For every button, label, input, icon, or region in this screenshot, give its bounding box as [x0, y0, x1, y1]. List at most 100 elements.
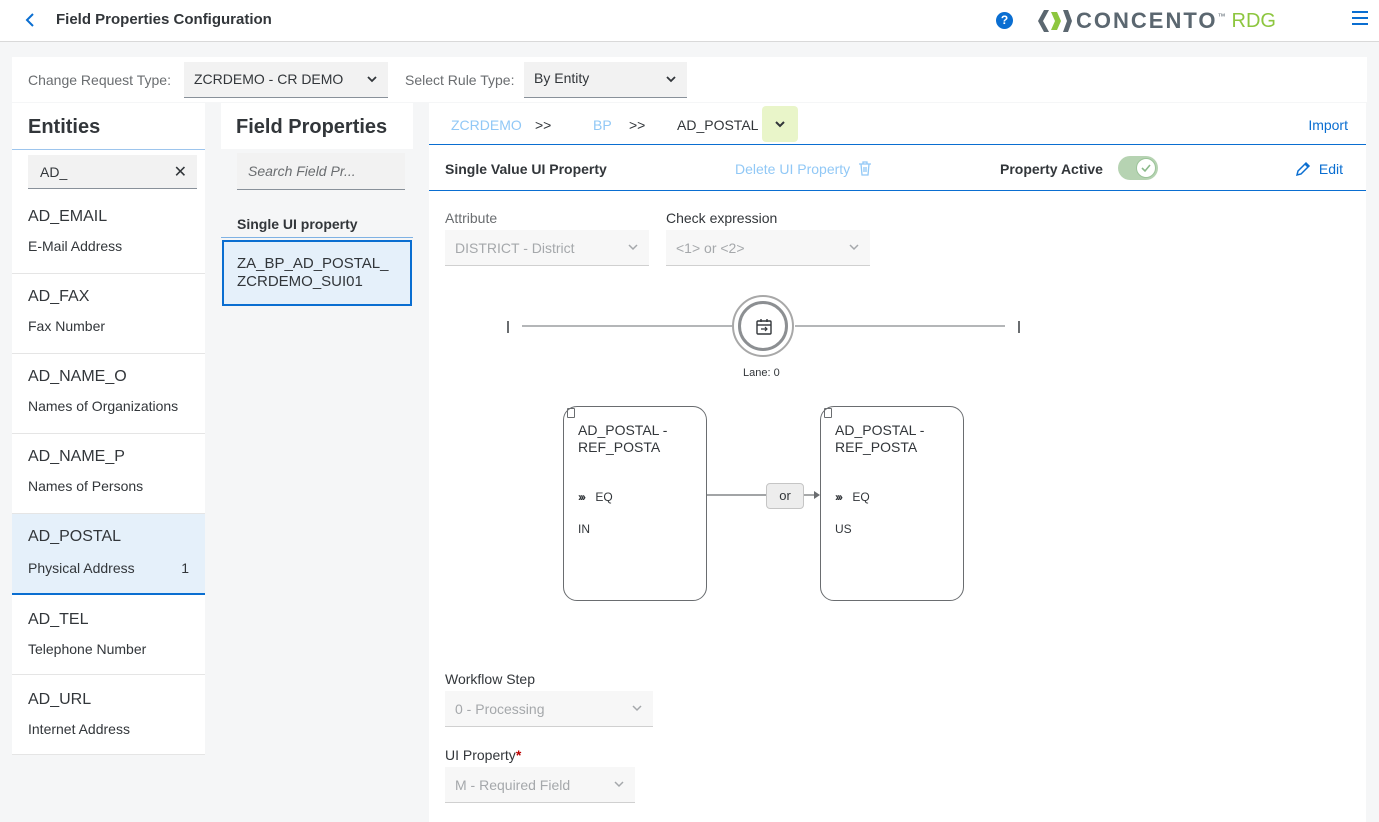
workflow-step-select: 0 - Processing [445, 691, 653, 727]
change-request-select[interactable]: ZCRDEMO - CR DEMO [184, 62, 388, 98]
hamburger-menu-icon[interactable] [1352, 11, 1368, 25]
page-title: Field Properties Configuration [56, 11, 272, 28]
concento-logo: CONCENTO ™ RDG [1038, 8, 1276, 34]
ui-property-value: M - Required Field [455, 777, 571, 793]
entity-item-selected[interactable]: AD_POSTAL Physical Address 1 [12, 514, 205, 595]
check-icon [1141, 164, 1151, 173]
calendar-icon [756, 319, 772, 335]
field-property-item[interactable]: ZA_BP_AD_POSTAL_ ZCRDEMO_SUI01 [222, 240, 412, 306]
field-property-line2: ZCRDEMO_SUI01 [237, 273, 363, 290]
entity-name: AD_URL [28, 691, 92, 708]
property-active-label: Property Active [1000, 161, 1103, 177]
chevron-down-icon [367, 76, 377, 83]
entities-title: Entities [28, 116, 101, 138]
filter-bar: Change Request Type: ZCRDEMO - CR DEMO S… [12, 57, 1367, 102]
edit-button[interactable]: Edit [1295, 161, 1343, 177]
field-search-input[interactable]: Search Field Pr... [237, 153, 405, 190]
entity-item[interactable]: AD_NAME_O Names of Organizations [12, 354, 205, 434]
ui-property-select: M - Required Field [445, 767, 635, 803]
trash-icon [859, 161, 872, 176]
entity-item[interactable]: AD_EMAIL E-Mail Address [12, 194, 205, 274]
property-toolbar: Single Value UI Property Delete UI Prope… [429, 146, 1366, 191]
chevron-down-icon [632, 705, 642, 712]
divider [12, 149, 205, 150]
back-icon[interactable] [24, 10, 40, 30]
breadcrumb: ZCRDEMO >> BP >> AD_POSTAL Import [429, 103, 1366, 145]
chevrons-right-icon: ››› [578, 490, 586, 504]
ui-property-label: UI Property* [445, 747, 521, 763]
or-connector-button[interactable]: or [766, 483, 804, 509]
clear-icon[interactable]: ✕ [174, 162, 187, 182]
entity-name: AD_EMAIL [28, 208, 108, 225]
attribute-value: DISTRICT - District [455, 240, 575, 256]
entity-item[interactable]: AD_FAX Fax Number [12, 274, 205, 354]
help-icon[interactable]: ? [996, 12, 1013, 29]
node-title-line2: REF_POSTA [835, 439, 918, 455]
entities-search-value: AD_ [40, 164, 68, 180]
entity-name: AD_TEL [28, 611, 89, 628]
property-active-toggle[interactable] [1118, 156, 1158, 180]
logo-mark-icon [1038, 10, 1072, 32]
field-properties-panel: Field Properties Search Field Pr... Sing… [221, 103, 413, 822]
flow-node-2[interactable]: AD_POSTAL - REF_POSTA ››› EQ US [820, 406, 964, 601]
workflow-step-value: 0 - Processing [455, 701, 545, 717]
logo-rdg: RDG [1231, 9, 1276, 32]
node-title-line1: AD_POSTAL - [578, 422, 668, 438]
field-properties-title: Field Properties [236, 116, 388, 138]
node-title: AD_POSTAL - REF_POSTA [835, 422, 924, 456]
entity-desc: Fax Number [28, 318, 106, 334]
entity-item[interactable]: AD_URL Internet Address [12, 675, 205, 755]
logo-trademark: ™ [1217, 12, 1226, 21]
check-expression-select: <1> or <2> [666, 230, 870, 266]
node-title-line2: REF_POSTA [578, 439, 661, 455]
breadcrumb-dropdown-button[interactable] [762, 106, 798, 142]
rule-type-select[interactable]: By Entity [524, 62, 687, 98]
lane-label: Lane: 0 [743, 367, 780, 379]
entity-count: 1 [181, 560, 189, 576]
breadcrumb-link-zcrdemo[interactable]: ZCRDEMO [451, 117, 522, 133]
entity-desc: Internet Address [28, 721, 130, 737]
chevron-down-icon [628, 244, 638, 251]
flow-node-1[interactable]: AD_POSTAL - REF_POSTA ››› EQ IN [563, 406, 707, 601]
entity-name: AD_FAX [28, 288, 90, 305]
import-link[interactable]: Import [1308, 117, 1348, 133]
chevron-down-icon [775, 121, 785, 128]
node-title-line1: AD_POSTAL - [835, 422, 925, 438]
required-marker: * [515, 747, 522, 763]
edit-label: Edit [1318, 161, 1344, 177]
entity-item[interactable]: AD_NAME_P Names of Persons [12, 434, 205, 514]
chevron-down-icon [666, 76, 676, 83]
property-title: Single Value UI Property [445, 161, 607, 177]
attribute-label: Attribute [445, 210, 498, 226]
entities-panel: Entities AD_ ✕ AD_EMAIL E-Mail Address A… [12, 103, 205, 755]
entities-search-input[interactable]: AD_ ✕ [28, 155, 197, 189]
node-checkbox-icon[interactable] [824, 408, 832, 418]
lane-node[interactable] [732, 295, 794, 357]
node-title: AD_POSTAL - REF_POSTA [578, 422, 667, 456]
check-expression-value: <1> or <2> [676, 240, 745, 256]
delete-label: Delete UI Property [735, 161, 851, 177]
check-expression-label: Check expression [666, 210, 778, 226]
breadcrumb-separator: >> [535, 117, 552, 133]
rule-type-label: Select Rule Type: [405, 72, 515, 88]
entity-desc: E-Mail Address [28, 238, 123, 254]
toggle-knob [1136, 158, 1156, 178]
node-checkbox-icon[interactable] [567, 408, 575, 418]
entity-desc: Names of Persons [28, 478, 144, 494]
change-request-label: Change Request Type: [28, 72, 171, 88]
breadcrumb-link-bp[interactable]: BP [593, 117, 612, 133]
node-value: IN [578, 522, 590, 536]
field-properties-header: Field Properties [221, 103, 413, 149]
entity-desc: Names of Organizations [28, 398, 179, 414]
entity-name: AD_NAME_P [28, 448, 125, 465]
entity-name: AD_NAME_O [28, 368, 127, 385]
group-header: Single UI property [237, 216, 358, 232]
rule-type-value: By Entity [534, 70, 590, 86]
entity-desc: Telephone Number [28, 641, 147, 657]
node-operator-value: EQ [852, 490, 870, 504]
divider [221, 237, 413, 238]
delete-ui-property-button[interactable]: Delete UI Property [735, 161, 872, 177]
breadcrumb-current: AD_POSTAL [677, 117, 759, 133]
field-property-line1: ZA_BP_AD_POSTAL_ [237, 255, 389, 272]
entity-item[interactable]: AD_TEL Telephone Number [12, 595, 205, 675]
